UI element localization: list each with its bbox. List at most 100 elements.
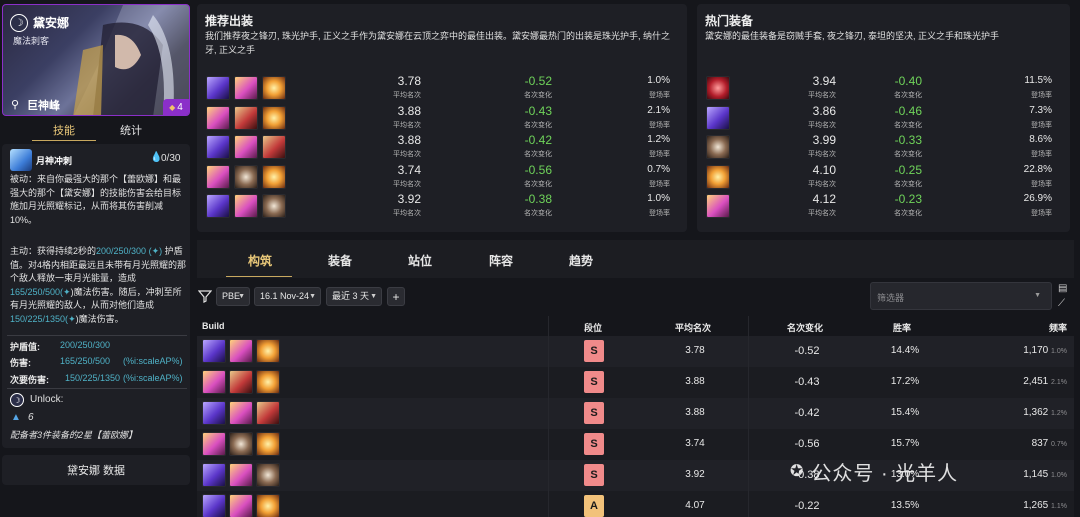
pick-rate: 22.8% (1023, 163, 1052, 175)
col-change[interactable]: 名次变化 (787, 321, 823, 334)
tab-stats[interactable]: 统计 (120, 122, 142, 138)
filter-select[interactable]: 筛选器 ▼ (870, 282, 1052, 310)
table-row[interactable]: A 4.07 -0.22 13.5% 1,265 1.1% (197, 491, 1074, 517)
jeweled-gauntlet-icon[interactable] (229, 401, 253, 425)
pick-rate: 11.5% (1024, 75, 1052, 86)
champion-data-button[interactable]: 黛安娜 数据 (2, 455, 190, 485)
recommended-row[interactable]: 3.92 平均名次 -0.38 名次变化 1.0% 登场率 (206, 192, 678, 220)
col-avg[interactable]: 平均名次 (675, 321, 711, 334)
stat-value: 165/250/500 (60, 356, 111, 366)
hand-of-justice-icon[interactable] (706, 164, 730, 189)
hot-item-row[interactable]: 3.94 平均名次 -0.40 名次变化 11.5% 登场率 (706, 74, 1061, 102)
avg-placement: 3.74 (685, 438, 705, 449)
jeweled-gauntlet-icon[interactable] (234, 135, 258, 159)
tier-badge: S (584, 433, 604, 455)
col-win[interactable]: 胜率 (893, 321, 911, 334)
tab-trends[interactable]: 趋势 (569, 252, 593, 269)
hand-of-justice-icon[interactable] (262, 105, 286, 130)
change-label: 名次变化 (524, 121, 552, 129)
hand-of-justice-icon[interactable] (256, 432, 280, 456)
tier-badge: S (584, 464, 604, 486)
recommended-title: 推荐出装 (205, 14, 254, 28)
chart-view-icon[interactable]: ⟋ (1058, 298, 1065, 309)
chevron-down-icon: ▼ (309, 293, 316, 300)
stat-row-shield: 护盾值: 200/250/300 (10, 340, 186, 353)
tab-items[interactable]: 装备 (328, 252, 352, 269)
hand-of-justice-icon[interactable] (262, 76, 286, 100)
titans-resolve-icon[interactable] (706, 135, 730, 159)
set-select[interactable]: PBE ▼ (216, 287, 250, 306)
tier-badge: S (584, 402, 604, 424)
jeweled-gauntlet-icon[interactable] (706, 194, 730, 218)
placement-change: -0.43 (524, 103, 552, 118)
col-tier[interactable]: 段位 (584, 321, 602, 334)
col-freq[interactable]: 频率 (1049, 321, 1067, 334)
hand-of-justice-icon[interactable] (256, 494, 280, 517)
recommended-row[interactable]: 3.88 平均名次 -0.42 名次变化 1.2% 登场率 (206, 133, 678, 161)
jeweled-gauntlet-icon[interactable] (206, 164, 230, 189)
hot-item-row[interactable]: 3.99 平均名次 -0.33 名次变化 8.6% 登场率 (706, 133, 1061, 161)
nashors-tooth-icon[interactable] (256, 401, 280, 425)
edge-of-night-icon[interactable] (202, 401, 226, 425)
hot-item-row[interactable]: 4.10 平均名次 -0.25 名次变化 22.8% 登场率 (706, 163, 1061, 191)
tab-indicator (226, 276, 292, 277)
nashors-tooth-icon[interactable] (234, 105, 258, 130)
jeweled-gauntlet-icon[interactable] (229, 339, 253, 363)
nashors-tooth-icon[interactable] (229, 370, 253, 394)
stat-value: 150/225/1350 (65, 373, 121, 383)
hand-of-justice-icon[interactable] (262, 164, 286, 189)
hot-item-row[interactable]: 4.12 平均名次 -0.23 名次变化 26.9% 登场率 (706, 192, 1061, 220)
nashors-tooth-icon[interactable] (262, 135, 286, 159)
avg-label: 平均名次 (393, 210, 421, 217)
edge-of-night-icon[interactable] (202, 494, 226, 517)
chevron-down-icon: ▼ (370, 293, 377, 300)
champion-panel: ☽ 黛安娜 魔法刺客 ⚲ 巨神峰 ◆ 4 技能 统计 月神冲刺 💧 0/30 被动… (0, 0, 193, 517)
thiefs-gloves-icon[interactable] (706, 76, 730, 100)
placement-change: -0.22 (794, 500, 820, 512)
recommended-row[interactable]: 3.88 平均名次 -0.43 名次变化 2.1% 登场率 (206, 103, 678, 132)
jeweled-gauntlet-icon[interactable] (206, 105, 230, 130)
jeweled-gauntlet-icon[interactable] (202, 370, 226, 394)
jeweled-gauntlet-icon[interactable] (202, 432, 226, 456)
hot-item-row[interactable]: 3.86 平均名次 -0.46 名次变化 7.3% 登场率 (706, 104, 1061, 132)
edge-of-night-icon[interactable] (202, 339, 226, 363)
placement-change: -0.33 (894, 133, 922, 147)
edge-of-night-icon[interactable] (206, 194, 230, 218)
titans-resolve-icon[interactable] (262, 194, 286, 218)
recommended-row[interactable]: 3.74 平均名次 -0.56 名次变化 0.7% 登场率 (206, 162, 678, 191)
jeweled-gauntlet-icon[interactable] (234, 194, 258, 218)
edge-of-night-icon[interactable] (202, 463, 226, 487)
pick-label: 登场率 (649, 151, 670, 158)
filter-icon[interactable] (198, 289, 212, 303)
table-row[interactable]: S 3.88 -0.43 17.2% 2,451 2.1% (197, 367, 1074, 398)
chevron-down-icon: ▼ (238, 293, 245, 300)
jeweled-gauntlet-icon[interactable] (229, 463, 253, 487)
titans-resolve-icon[interactable] (256, 463, 280, 487)
edge-of-night-icon[interactable] (206, 135, 230, 159)
avg-placement: 3.74 (397, 162, 421, 177)
tab-skill[interactable]: 技能 (53, 122, 75, 138)
titans-resolve-icon[interactable] (229, 432, 253, 456)
stat-label: 护盾值: (10, 342, 40, 352)
tab-build[interactable]: 构筑 (248, 252, 272, 269)
table-view-icon[interactable]: ▤ (1058, 283, 1067, 294)
hand-of-justice-icon[interactable] (256, 370, 280, 394)
divider (7, 335, 187, 336)
days-select[interactable]: 最近 3 天 ▼ (326, 287, 382, 306)
table-row[interactable]: S 3.88 -0.42 15.4% 1,362 1.2% (197, 398, 1074, 429)
table-row[interactable]: S 3.78 -0.52 14.4% 1,170 1.0% (197, 336, 1074, 367)
titans-resolve-icon[interactable] (234, 164, 258, 189)
change-label: 名次变化 (524, 180, 552, 188)
edge-of-night-icon[interactable] (206, 76, 230, 100)
tab-comps[interactable]: 阵容 (489, 252, 513, 269)
recommended-row[interactable]: 3.78 平均名次 -0.52 名次变化 1.0% 登场率 (206, 74, 678, 102)
jeweled-gauntlet-icon[interactable] (234, 76, 258, 100)
hand-of-justice-icon[interactable] (256, 339, 280, 363)
tab-positioning[interactable]: 站位 (408, 252, 432, 269)
add-filter-button[interactable]: + (387, 287, 405, 306)
jeweled-gauntlet-icon[interactable] (229, 494, 253, 517)
col-build[interactable]: Build (202, 321, 225, 331)
patch-select[interactable]: 16.1 Nov-24 ▼ (254, 287, 321, 306)
pick-rate: 7.3% (1029, 104, 1052, 116)
edge-of-night-icon[interactable] (706, 105, 730, 130)
